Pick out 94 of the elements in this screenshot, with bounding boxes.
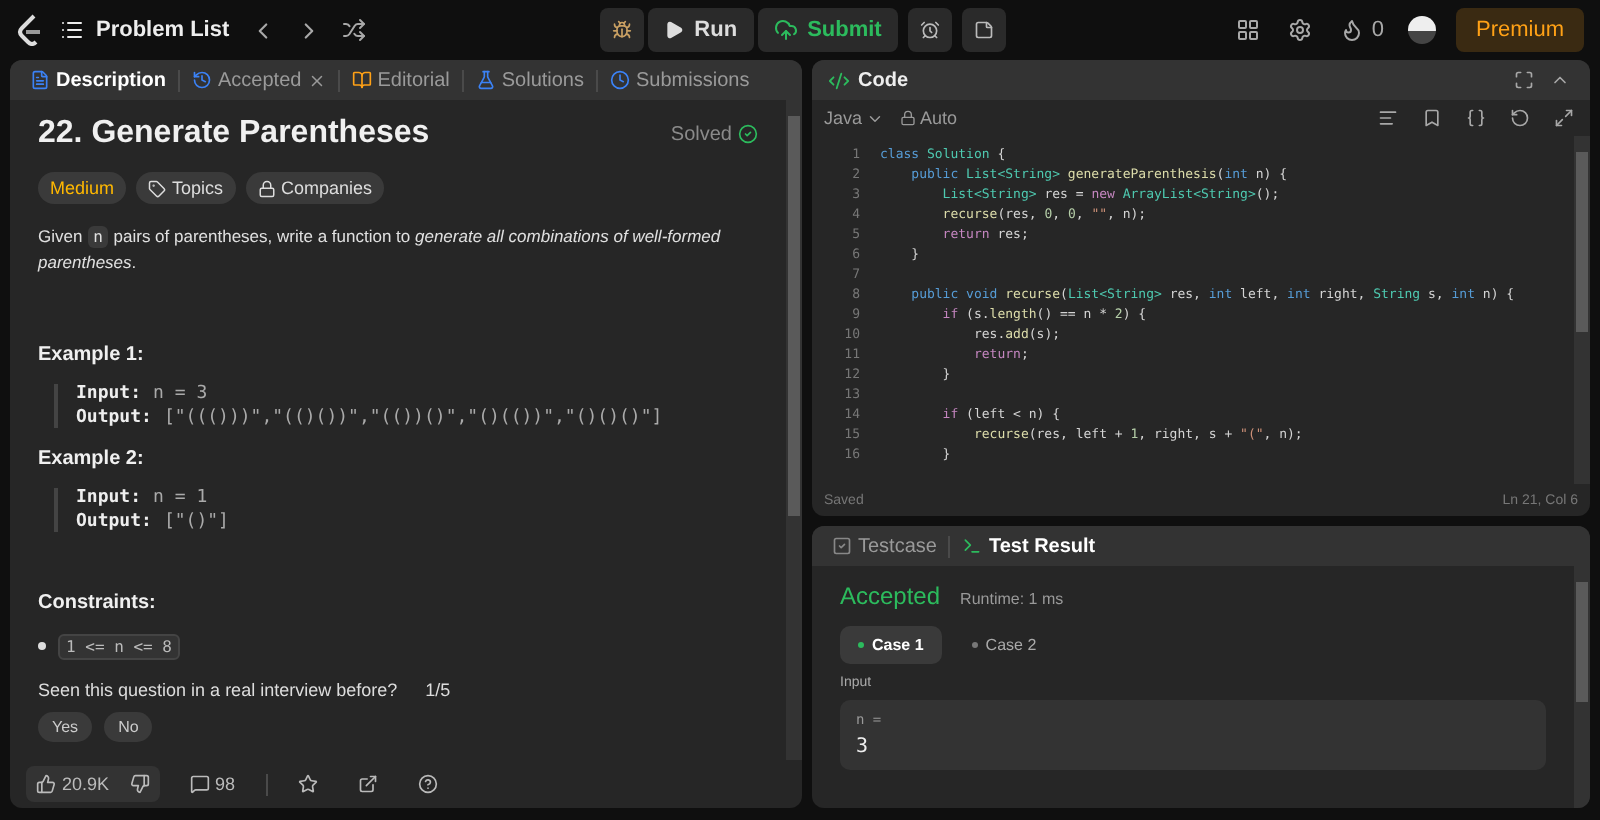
star-icon xyxy=(297,774,318,794)
problem-list-link[interactable]: Problem List xyxy=(56,14,234,46)
undo-icon xyxy=(1510,108,1530,128)
panel-tab[interactable]: Description xyxy=(22,65,175,95)
flask-icon xyxy=(475,70,496,90)
premium-button[interactable]: Premium xyxy=(1456,8,1585,52)
logo-icon[interactable] xyxy=(16,14,44,46)
run-button[interactable]: Run xyxy=(648,8,754,52)
lock-icon xyxy=(257,179,276,197)
note-button[interactable] xyxy=(961,8,1006,52)
comment-icon xyxy=(189,774,210,794)
play-icon xyxy=(664,20,685,40)
panel-tab[interactable]: Testcase xyxy=(824,531,945,561)
question-count: 1/5 xyxy=(425,679,451,700)
example-heading: Example 1: xyxy=(38,343,146,366)
param-value: 3 xyxy=(856,736,871,758)
output-label: Output: xyxy=(76,407,152,428)
document-icon xyxy=(30,70,50,90)
case-tab[interactable]: Case 1 xyxy=(840,626,942,664)
check-circle-icon xyxy=(738,124,758,144)
difficulty-tag[interactable]: Medium xyxy=(38,172,127,204)
bullet-icon xyxy=(38,642,46,651)
scrollbar[interactable] xyxy=(1574,136,1590,484)
constraints-heading: Constraints: xyxy=(38,591,158,614)
panel-tab[interactable]: Editorial xyxy=(343,65,458,95)
example-input-text: n = 3 xyxy=(153,383,208,404)
external-link-icon xyxy=(357,774,378,794)
tag-icon xyxy=(148,179,167,197)
code-icon xyxy=(828,69,850,91)
verdict: Accepted xyxy=(840,582,941,610)
expand-icon xyxy=(1554,108,1574,128)
book-icon xyxy=(351,70,372,90)
timer-button[interactable] xyxy=(907,8,952,52)
shuffle-button[interactable] xyxy=(337,14,370,46)
case-tab[interactable]: Case 2 xyxy=(953,626,1055,664)
example-output-text: ["()"] xyxy=(163,511,229,532)
example-heading: Example 2: xyxy=(38,447,146,470)
panel-tab[interactable]: Test Result xyxy=(954,531,1104,561)
fullscreen-icon xyxy=(1514,70,1534,90)
grid-icon xyxy=(1235,18,1260,42)
auto-toggle[interactable]: Auto xyxy=(900,108,958,128)
close-icon[interactable] xyxy=(307,71,326,89)
note-icon xyxy=(973,18,994,42)
help-icon xyxy=(417,774,438,794)
cloud-upload-icon xyxy=(773,18,798,42)
answer-button[interactable]: Yes xyxy=(38,711,93,742)
lock-icon xyxy=(900,110,917,126)
example-input-text: n = 1 xyxy=(153,487,208,508)
braces-button[interactable] xyxy=(1462,104,1490,132)
output-label: Output: xyxy=(76,511,152,532)
history-icon xyxy=(192,70,213,90)
tag-button[interactable]: Companies xyxy=(245,172,385,204)
runtime: Runtime: 1 ms xyxy=(960,590,1064,608)
expand-button[interactable] xyxy=(1550,104,1578,132)
comments-button[interactable]: 98 xyxy=(179,774,246,794)
streak-button[interactable]: 0 xyxy=(1335,14,1388,46)
fullscreen-button[interactable] xyxy=(1510,66,1538,94)
example-output-text: ["((()))","(()())","(())()","()(())","()()()"] xyxy=(163,407,663,428)
constraint: 1 <= n <= 8 xyxy=(58,633,180,660)
panel-title: Code xyxy=(858,69,908,91)
bookmark-icon xyxy=(1422,108,1442,128)
submit-button[interactable]: Submit xyxy=(757,8,898,52)
input-label: Input: xyxy=(76,487,142,508)
dot-icon xyxy=(971,642,978,648)
answer-button[interactable]: No xyxy=(104,711,153,742)
panel-tab[interactable]: Accepted xyxy=(184,65,334,95)
dot-icon xyxy=(858,642,864,648)
scrollbar[interactable] xyxy=(1574,566,1590,808)
debug-button[interactable] xyxy=(600,8,645,52)
thumbs-up-icon xyxy=(36,774,56,794)
problem-title: 22. Generate Parentheses xyxy=(38,116,430,152)
thumbs-down-icon xyxy=(129,774,150,794)
interview-question: Seen this question in a real interview before? xyxy=(38,679,398,700)
solved-status: Solved xyxy=(670,123,758,145)
shuffle-icon xyxy=(341,18,366,42)
settings-icon xyxy=(1287,18,1312,42)
lines-icon xyxy=(1378,108,1398,128)
like-button[interactable]: 20.9K xyxy=(26,774,120,794)
panel-tab[interactable]: Solutions xyxy=(467,65,592,95)
scrollbar[interactable] xyxy=(786,100,802,760)
checkbox-icon xyxy=(832,536,852,556)
braces-icon xyxy=(1466,108,1486,128)
problem-description: Given n pairs of parentheses, write a function to generate all combinations of well-formed parentheses. xyxy=(38,224,723,276)
language-select[interactable]: Java xyxy=(824,108,885,128)
avatar[interactable] xyxy=(1408,16,1436,44)
clock-icon xyxy=(610,70,630,90)
flame-icon xyxy=(1339,18,1364,42)
bug-icon xyxy=(612,18,633,42)
reset-button[interactable] xyxy=(1506,104,1534,132)
alarm-clock-icon xyxy=(919,18,940,42)
panel-tab[interactable]: Submissions xyxy=(602,65,758,95)
tag-button[interactable]: Topics xyxy=(136,172,236,204)
terminal-icon xyxy=(962,536,983,556)
input-label: Input: xyxy=(76,383,142,404)
